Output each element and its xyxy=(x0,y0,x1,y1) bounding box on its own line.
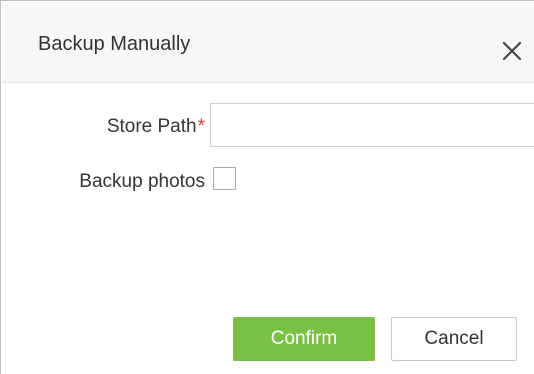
backup-photos-checkbox[interactable] xyxy=(213,167,236,190)
backup-manually-dialog: Backup Manually Store Path* Backup photo… xyxy=(0,0,534,374)
backup-photos-label: Backup photos xyxy=(79,171,205,192)
required-marker: * xyxy=(197,116,205,137)
store-path-label: Store Path* xyxy=(61,116,205,138)
dialog-header: Backup Manually xyxy=(2,2,534,83)
confirm-button[interactable]: Confirm xyxy=(233,317,375,361)
cancel-button[interactable]: Cancel xyxy=(391,317,517,361)
close-icon[interactable] xyxy=(499,38,525,64)
dialog-title: Backup Manually xyxy=(38,33,191,55)
store-path-label-text: Store Path xyxy=(106,116,197,137)
store-path-input[interactable] xyxy=(210,103,534,147)
